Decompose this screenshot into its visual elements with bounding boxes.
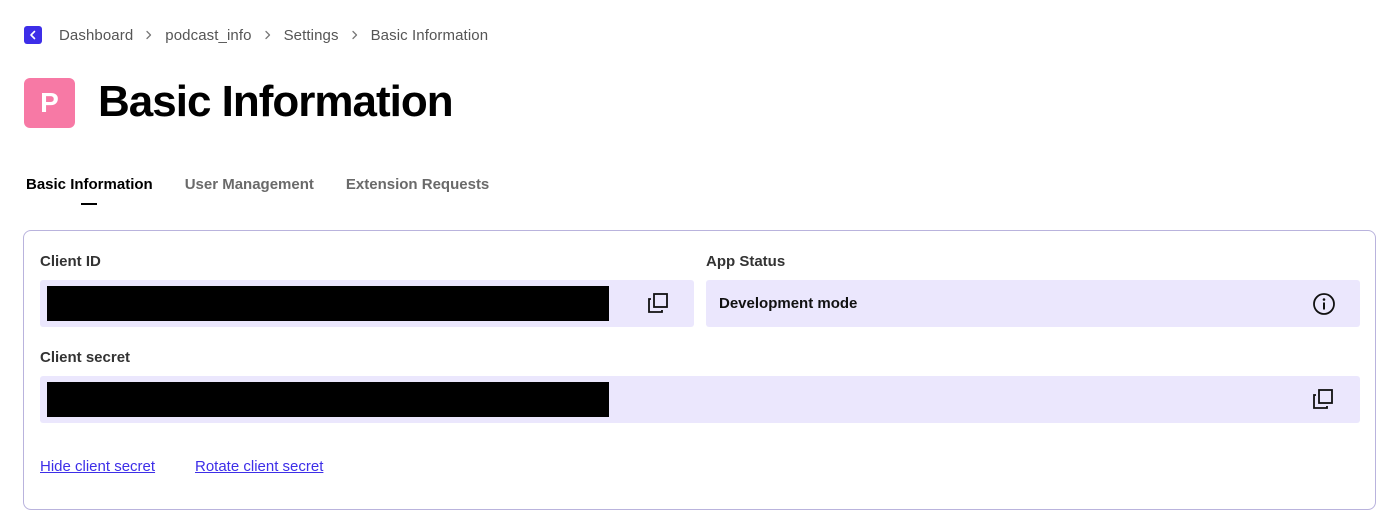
chevron-right-icon [351, 30, 359, 40]
breadcrumb: Dashboard podcast_info Settings Basic In… [24, 26, 488, 44]
breadcrumb-settings[interactable]: Settings [284, 27, 339, 44]
tab-user-management[interactable]: User Management [185, 176, 314, 194]
breadcrumb-current: Basic Information [370, 26, 489, 44]
page-title: Basic Information [98, 77, 454, 126]
client-secret-label: Client secret [40, 349, 131, 366]
copy-client-secret-button[interactable] [1310, 386, 1336, 412]
app-status-field: Development mode [706, 280, 1360, 327]
rotate-client-secret-link[interactable]: Rotate client secret [195, 458, 323, 476]
copy-icon [1313, 389, 1333, 409]
client-id-label: Client ID [40, 253, 101, 270]
copy-icon [648, 293, 668, 313]
app-avatar: P [24, 78, 75, 128]
breadcrumb-dashboard[interactable]: Dashboard [59, 27, 133, 44]
client-id-value-redacted [47, 286, 609, 321]
hide-client-secret-link[interactable]: Hide client secret [40, 458, 155, 476]
tab-bar: Basic Information User Management Extens… [26, 176, 521, 194]
client-secret-value-redacted [47, 382, 609, 417]
client-id-field [40, 280, 694, 327]
tab-extension-requests[interactable]: Extension Requests [346, 176, 489, 194]
chevron-left-icon [30, 30, 36, 40]
tab-basic-information[interactable]: Basic Information [26, 176, 153, 194]
chevron-right-icon [145, 30, 153, 40]
info-icon[interactable] [1312, 292, 1336, 316]
chevron-right-icon [264, 30, 272, 40]
breadcrumb-podcast-info[interactable]: podcast_info [165, 27, 251, 44]
client-secret-field [40, 376, 1360, 423]
app-status-value: Development mode [719, 295, 858, 312]
copy-client-id-button[interactable] [645, 290, 671, 316]
app-status-label: App Status [706, 253, 786, 270]
credentials-card: Client ID App Status Development mode Cl… [23, 230, 1376, 510]
back-button[interactable] [24, 26, 42, 44]
